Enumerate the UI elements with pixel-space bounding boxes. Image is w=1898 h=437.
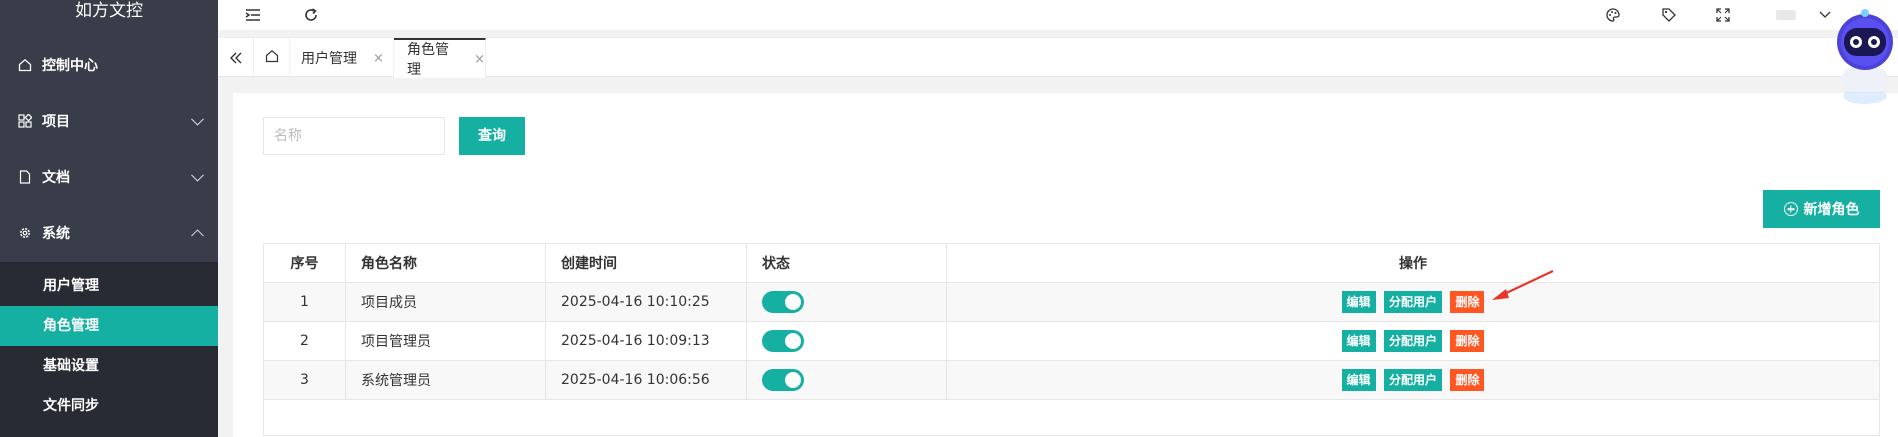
tag-icon[interactable] bbox=[1658, 4, 1680, 26]
table-row: 2 项目管理员 2025-04-16 10:09:13 编辑 分配用户 删除 bbox=[263, 321, 1880, 361]
refresh-icon[interactable] bbox=[300, 4, 322, 26]
close-icon[interactable]: × bbox=[373, 51, 384, 66]
home-icon bbox=[18, 58, 32, 72]
tab-home[interactable] bbox=[254, 38, 290, 78]
sidebar-item-system[interactable]: 系统 bbox=[0, 205, 218, 261]
sidebar-item-documents[interactable]: 文档 bbox=[0, 149, 218, 205]
cell-created-time: 2025-04-16 10:09:13 bbox=[545, 321, 747, 361]
cell-ops: 编辑 分配用户 删除 bbox=[946, 360, 1880, 400]
cell-status bbox=[746, 360, 947, 400]
cell-role-name: 项目管理员 bbox=[345, 321, 546, 361]
add-role-button[interactable]: 新增角色 bbox=[1763, 190, 1880, 228]
tab-label: 用户管理 bbox=[301, 51, 357, 67]
table-row: 1 项目成员 2025-04-16 10:10:25 编辑 分配用户 删除 bbox=[263, 282, 1880, 322]
sidebar-subitem-user-management[interactable]: 用户管理 bbox=[0, 266, 218, 306]
add-role-label: 新增角色 bbox=[1803, 202, 1860, 218]
delete-button[interactable]: 删除 bbox=[1450, 330, 1485, 352]
chevron-down-icon bbox=[191, 168, 204, 182]
sidebar-subitem-file-sync[interactable]: 文件同步 bbox=[0, 386, 218, 426]
query-button[interactable]: 查询 bbox=[459, 117, 525, 155]
edit-button[interactable]: 编辑 bbox=[1341, 291, 1376, 313]
roles-table: 序号 角色名称 创建时间 状态 操作 1 项目成员 2025-04-16 10:… bbox=[263, 243, 1880, 436]
tab-user-management[interactable]: 用户管理 × bbox=[290, 38, 394, 78]
fullscreen-icon[interactable] bbox=[1712, 4, 1734, 26]
cell-created-time: 2025-04-16 10:06:56 bbox=[545, 360, 747, 400]
assign-users-button[interactable]: 分配用户 bbox=[1383, 330, 1442, 352]
search-name-input[interactable] bbox=[263, 117, 445, 155]
tab-role-management[interactable]: 角色管理 × bbox=[394, 38, 486, 78]
sidebar-item-dashboard[interactable]: 控制中心 bbox=[0, 37, 218, 93]
annotation-arrow-icon bbox=[1492, 270, 1554, 300]
cell-ops: 编辑 分配用户 删除 bbox=[946, 282, 1880, 322]
sidebar: 如方文控 控制中心 项目 文档 系统 用户管理 角色管理 基础设置 文件同步 bbox=[0, 0, 218, 437]
cell-seq: 1 bbox=[263, 282, 346, 322]
delete-button[interactable]: 删除 bbox=[1450, 369, 1485, 391]
cell-seq: 2 bbox=[263, 321, 346, 361]
menu-collapse-icon[interactable] bbox=[242, 4, 264, 26]
delete-button[interactable]: 删除 bbox=[1450, 291, 1485, 313]
plus-circle-icon bbox=[1783, 202, 1798, 216]
table-header-row: 序号 角色名称 创建时间 状态 操作 bbox=[263, 243, 1880, 283]
tab-label: 角色管理 bbox=[407, 42, 449, 78]
sidebar-subitem-role-management[interactable]: 角色管理 bbox=[0, 306, 218, 346]
tabs-bar: 用户管理 × 角色管理 × bbox=[218, 37, 1898, 78]
column-header: 角色名称 bbox=[345, 243, 546, 283]
tabs-scroll-left-icon[interactable] bbox=[218, 38, 254, 78]
apps-icon bbox=[18, 114, 32, 128]
chevron-up-icon bbox=[191, 229, 204, 243]
table-empty-row bbox=[263, 399, 1880, 436]
cell-seq: 3 bbox=[263, 360, 346, 400]
robot-assistant-icon[interactable] bbox=[1832, 6, 1898, 106]
sidebar-item-projects[interactable]: 项目 bbox=[0, 93, 218, 149]
sidebar-item-label: 系统 bbox=[42, 226, 70, 242]
cell-status bbox=[746, 321, 947, 361]
table-row: 3 系统管理员 2025-04-16 10:06:56 编辑 分配用户 删除 bbox=[263, 360, 1880, 400]
cell-role-name: 系统管理员 bbox=[345, 360, 546, 400]
gear-icon bbox=[18, 226, 32, 240]
close-icon[interactable]: × bbox=[474, 52, 485, 67]
status-toggle[interactable] bbox=[762, 330, 804, 352]
assign-users-button[interactable]: 分配用户 bbox=[1383, 369, 1442, 391]
status-toggle[interactable] bbox=[762, 369, 804, 391]
status-toggle[interactable] bbox=[762, 291, 804, 313]
sidebar-subitem-basic-settings[interactable]: 基础设置 bbox=[0, 346, 218, 386]
column-header: 状态 bbox=[746, 243, 947, 283]
assign-users-button[interactable]: 分配用户 bbox=[1383, 291, 1442, 313]
file-icon bbox=[18, 170, 32, 184]
cell-ops: 编辑 分配用户 删除 bbox=[946, 321, 1880, 361]
home-icon bbox=[265, 49, 279, 67]
top-header bbox=[218, 0, 1898, 30]
edit-button[interactable]: 编辑 bbox=[1341, 369, 1376, 391]
cell-status bbox=[746, 282, 947, 322]
system-submenu: 用户管理 角色管理 基础设置 文件同步 bbox=[0, 262, 218, 437]
column-header: 序号 bbox=[263, 243, 346, 283]
theme-palette-icon[interactable] bbox=[1602, 4, 1624, 26]
app-logo-title: 如方文控 bbox=[75, 1, 143, 21]
sidebar-item-label: 项目 bbox=[42, 114, 70, 130]
column-header: 操作 bbox=[946, 243, 1880, 283]
cell-role-name: 项目成员 bbox=[345, 282, 546, 322]
user-avatar[interactable] bbox=[1766, 4, 1806, 26]
column-header: 创建时间 bbox=[545, 243, 747, 283]
edit-button[interactable]: 编辑 bbox=[1341, 330, 1376, 352]
sidebar-item-label: 文档 bbox=[42, 170, 70, 186]
cell-created-time: 2025-04-16 10:10:25 bbox=[545, 282, 747, 322]
sidebar-item-label: 控制中心 bbox=[42, 58, 98, 74]
chevron-down-icon bbox=[191, 112, 204, 126]
